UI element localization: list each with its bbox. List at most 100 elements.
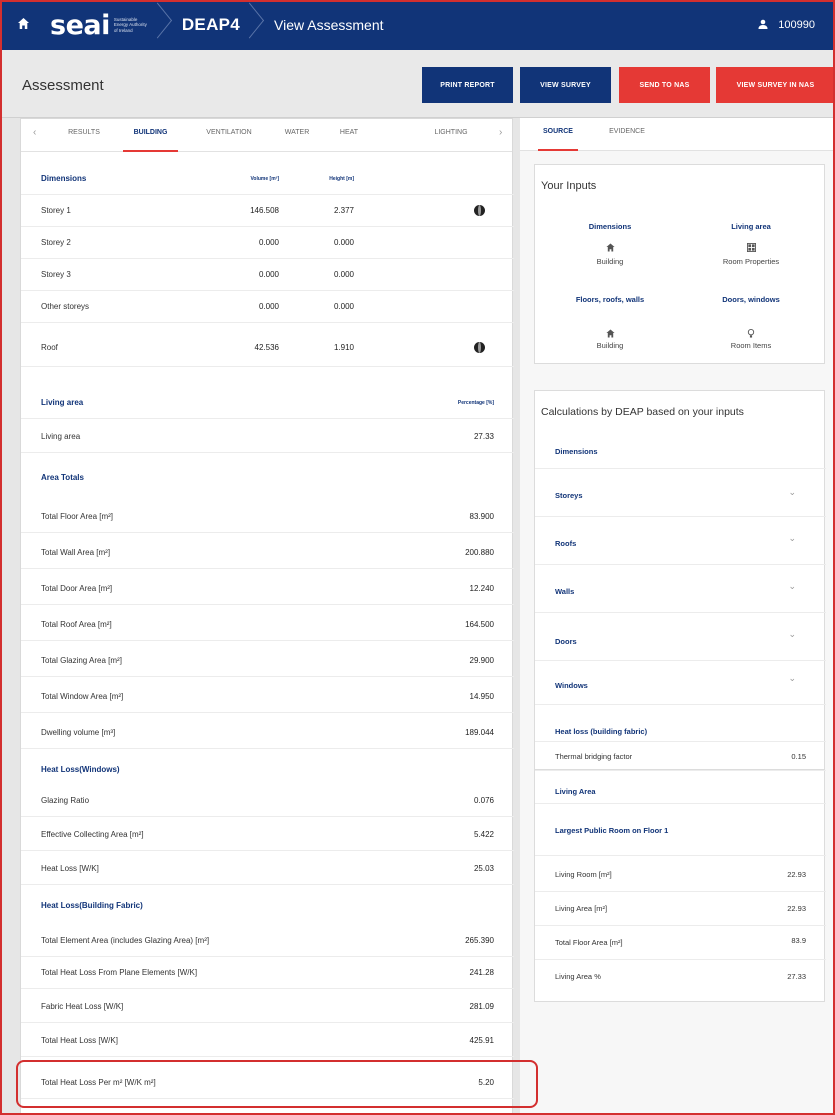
expandable-label: Windows [555, 681, 588, 690]
globe-icon[interactable] [474, 342, 485, 353]
row-label: Total Roof Area [m²] [41, 620, 112, 629]
source-tabs: SOURCE EVIDENCE [520, 118, 835, 151]
expandable-windows[interactable]: Windows ⌄ [535, 661, 826, 705]
table-row: Glazing Ratio 0.076 [21, 785, 514, 817]
chevron-down-icon[interactable]: ⌄ [788, 533, 796, 544]
row-label: Living Room [m²] [555, 870, 612, 879]
seai-logo[interactable]: seai Sustainable Energy Authority of Ire… [50, 12, 148, 39]
table-row: Other storeys 0.000 0.000 [21, 291, 514, 323]
calculations-card: Calculations by DEAP based on your input… [534, 390, 826, 770]
expandable-doors[interactable]: Doors ⌄ [535, 613, 826, 661]
tab-lighting[interactable]: LIGHTING [423, 119, 479, 152]
table-row: Total Glazing Area [m²] 29.900 [21, 645, 514, 677]
expandable-storeys[interactable]: Storeys ⌄ [535, 471, 826, 517]
expandable-label: Storeys [555, 491, 583, 500]
chevron-down-icon[interactable]: ⌄ [788, 673, 796, 684]
row-height: 0.000 [333, 302, 354, 311]
row-label: Living Area [m²] [555, 904, 608, 913]
home-icon [540, 243, 680, 254]
row-value: 29.900 [469, 656, 494, 665]
row-volume: 42.536 [254, 343, 279, 352]
input-source-label: Room Items [730, 341, 772, 350]
dimensions-header-row: Dimensions Volume [m³] Height [m] [21, 163, 514, 195]
row-value: 241.28 [469, 968, 494, 977]
table-row: Roof 42.536 1.910 [21, 329, 514, 367]
input-link-doors-windows[interactable]: Doors, windows [681, 295, 821, 304]
table-row: Dwelling volume [m³] 189.044 [21, 717, 514, 749]
tab-heat[interactable]: HEAT [331, 119, 367, 152]
view-survey-in-nas-button[interactable]: VIEW SURVEY IN NAS [716, 67, 835, 103]
chevron-down-icon[interactable]: ⌄ [788, 487, 796, 498]
row-value: 5.422 [473, 830, 494, 839]
row-label: Storey 2 [41, 238, 71, 247]
row-label: Other storeys [41, 302, 90, 311]
send-to-nas-button[interactable]: SEND TO NAS [619, 67, 710, 103]
row-value: 0.15 [791, 752, 806, 761]
tabs-scroll-right-icon[interactable]: › [499, 119, 502, 152]
table-row: Total Floor Area [m²] 83.900 [21, 501, 514, 533]
input-source-label: Room Properties [722, 257, 780, 266]
tabs-scroll-left-icon[interactable]: ‹ [33, 119, 36, 152]
breadcrumb-separator [246, 0, 268, 50]
row-label: Heat Loss [W/K] [41, 864, 99, 873]
section-heading: Largest Public Room on Floor 1 [555, 826, 669, 835]
row-value: 83.900 [469, 512, 494, 521]
calc-dimensions-heading: Dimensions [535, 431, 826, 469]
row-label: Total Heat Loss [W/K] [41, 1036, 118, 1045]
calc-largest-room-heading: Largest Public Room on Floor 1 [535, 804, 826, 856]
row-volume: 0.000 [258, 238, 279, 247]
row-value: 27.33 [787, 972, 806, 981]
user-menu[interactable]: 100990 [758, 0, 815, 50]
view-survey-button[interactable]: VIEW SURVEY [520, 67, 611, 103]
input-link-floors-roofs-walls[interactable]: Floors, roofs, walls [540, 295, 680, 304]
tab-source[interactable]: SOURCE [538, 118, 578, 151]
expandable-roofs[interactable]: Roofs ⌄ [535, 517, 826, 565]
table-row: Storey 2 0.000 0.000 [21, 227, 514, 259]
table-row: Living Area [m²] 22.93 [535, 892, 826, 926]
row-label: Total Heat Loss From Plane Elements [W/K… [41, 968, 198, 977]
row-label: Living area [41, 432, 81, 441]
table-row: Storey 3 0.000 0.000 [21, 259, 514, 291]
expandable-walls[interactable]: Walls ⌄ [535, 565, 826, 613]
row-volume: 0.000 [258, 302, 279, 311]
heat-loss-fabric-header-row: Heat Loss(Building Fabric) [21, 889, 514, 921]
row-value: 0.076 [473, 796, 494, 805]
row-value: 27.33 [473, 432, 494, 441]
breadcrumb-separator [154, 0, 176, 50]
row-label: Total Floor Area [m²] [555, 938, 623, 947]
chevron-down-icon[interactable]: ⌄ [788, 581, 796, 592]
column-header-height: Height [m] [329, 175, 354, 182]
table-row: Thermal bridging factor 0.15 [535, 741, 826, 769]
tab-evidence[interactable]: EVIDENCE [602, 118, 652, 151]
user-icon [758, 18, 768, 32]
living-area-header-row: Living area Percentage [%] [21, 387, 514, 419]
highlight-annotation [16, 1060, 538, 1108]
globe-icon[interactable] [474, 205, 485, 216]
logo-word: seai [50, 9, 110, 41]
input-link-dimensions[interactable]: Dimensions [540, 222, 680, 231]
tab-results[interactable]: RESULTS [59, 119, 109, 152]
tab-building[interactable]: BUILDING [123, 119, 178, 152]
row-value: 200.880 [465, 548, 494, 557]
print-report-button[interactable]: PRINT REPORT [422, 67, 513, 103]
breadcrumb-app[interactable]: DEAP4 [182, 15, 240, 35]
chevron-down-icon[interactable]: ⌄ [788, 629, 796, 640]
table-row: Total Element Area (includes Glazing Are… [21, 925, 514, 957]
row-height: 0.000 [333, 238, 354, 247]
home-icon[interactable] [0, 17, 46, 34]
building-results-panel: ‹ RESULTS BUILDING VENTILATION WATER HEA… [20, 118, 514, 1115]
row-label: Total Door Area [m²] [41, 584, 113, 593]
section-heading: Living Area [555, 787, 596, 796]
row-height: 2.377 [333, 206, 354, 215]
row-value: 22.93 [787, 870, 806, 879]
expandable-label: Walls [555, 587, 575, 596]
tab-ventilation[interactable]: VENTILATION [193, 119, 265, 152]
grid-icon [681, 243, 821, 254]
table-row: Heat Loss [W/K] 25.03 [21, 853, 514, 885]
row-label: Glazing Ratio [41, 796, 90, 805]
card-title: Your Inputs [541, 180, 597, 192]
input-link-living-area[interactable]: Living area [681, 222, 821, 231]
table-row: Living area 27.33 [21, 421, 514, 453]
card-title: Calculations by DEAP based on your input… [541, 406, 744, 418]
tab-water[interactable]: WATER [277, 119, 317, 152]
